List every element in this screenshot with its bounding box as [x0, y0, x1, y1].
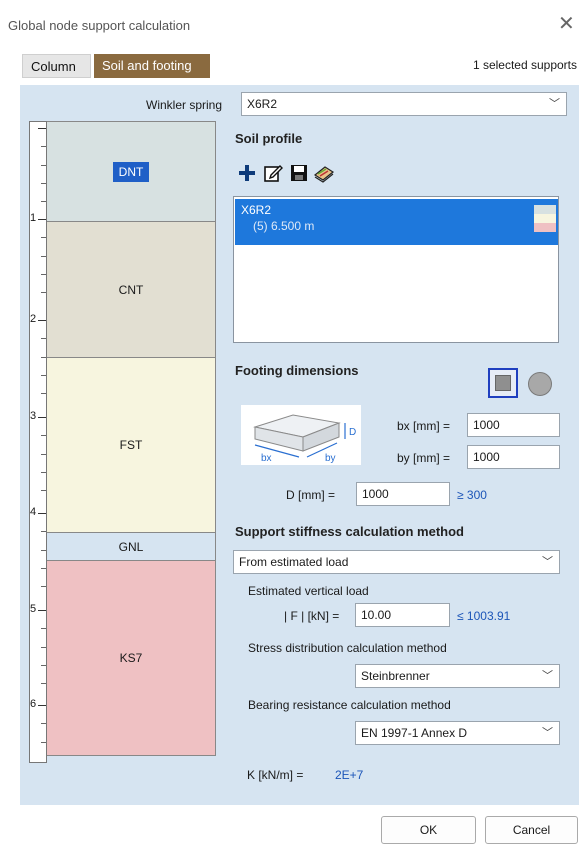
- soil-layer-ks7[interactable]: KS7: [47, 561, 216, 756]
- f-max-hint: ≤ 1003.91: [457, 609, 511, 623]
- save-icon[interactable]: [288, 162, 310, 184]
- bearing-method-select[interactable]: EN 1997-1 Annex D ﹀: [355, 721, 560, 745]
- soil-layer-name: DNT: [112, 161, 150, 182]
- stiffness-title: Support stiffness calculation method: [235, 524, 464, 539]
- d-input[interactable]: 1000: [356, 482, 450, 506]
- edit-icon[interactable]: [262, 162, 284, 184]
- tab-soil-and-footing[interactable]: Soil and footing: [94, 54, 210, 78]
- bx-label: bx [mm] =: [397, 419, 451, 433]
- layer-swatch: [534, 214, 556, 223]
- ruler-label: 3: [30, 410, 37, 422]
- soil-layer-gnl[interactable]: GNL: [47, 533, 216, 561]
- selected-supports-count: 1 selected supports: [472, 58, 577, 72]
- footing-diagram: bx by D: [241, 405, 361, 465]
- stress-method-label: Stress distribution calculation method: [248, 641, 447, 655]
- by-label: by [mm] =: [397, 451, 451, 465]
- f-input[interactable]: 10.00: [355, 603, 450, 627]
- footing-dimensions-title: Footing dimensions: [235, 363, 359, 378]
- soil-layer-cnt[interactable]: CNT: [47, 222, 216, 358]
- bearing-method-value: EN 1997-1 Annex D: [361, 726, 468, 740]
- winkler-spring-value: X6R2: [247, 97, 278, 111]
- soil-profile-title: Soil profile: [235, 131, 303, 146]
- ruler-label: 2: [30, 313, 37, 325]
- circle-footing-icon[interactable]: [526, 370, 556, 400]
- tab-column[interactable]: Column: [22, 54, 91, 78]
- bx-input[interactable]: 1000: [467, 413, 560, 437]
- k-value: 2E+7: [335, 768, 364, 782]
- bearing-method-label: Bearing resistance calculation method: [248, 698, 451, 712]
- layer-swatch: [534, 223, 556, 232]
- square-footing-icon[interactable]: [488, 368, 518, 398]
- ruler-label: 6: [30, 698, 37, 710]
- profile-name: X6R2: [241, 203, 272, 217]
- window-title: Global node support calculation: [8, 18, 191, 33]
- by-input[interactable]: 1000: [467, 445, 560, 469]
- estimated-load-label: Estimated vertical load: [248, 584, 369, 598]
- ruler-label: 5: [30, 603, 37, 615]
- ruler-label: 4: [30, 506, 37, 518]
- add-icon[interactable]: [236, 162, 258, 184]
- soil-layer-name: GNL: [118, 539, 144, 554]
- stiffness-method-value: From estimated load: [239, 555, 349, 569]
- soil-layer-name: FST: [119, 438, 143, 452]
- soil-layer-name: CNT: [118, 282, 144, 297]
- soil-layer-fst[interactable]: FST: [47, 358, 216, 533]
- profile-detail: (5) 6.500 m: [253, 219, 315, 233]
- diagram-by-label: by: [325, 453, 336, 464]
- chevron-down-icon: ﹀: [549, 98, 560, 110]
- k-label: K [kN/m] =: [247, 768, 304, 782]
- list-item[interactable]: X6R2 (5) 6.500 m: [235, 199, 558, 245]
- chevron-down-icon: ﹀: [542, 556, 553, 568]
- stiffness-method-select[interactable]: From estimated load ﹀: [233, 550, 560, 574]
- layer-swatch: [534, 205, 556, 214]
- cancel-button[interactable]: Cancel: [485, 816, 578, 844]
- library-icon[interactable]: [313, 162, 335, 184]
- diagram-bx-label: bx: [261, 453, 272, 464]
- ok-button[interactable]: OK: [381, 816, 476, 844]
- soil-layer-name: KS7: [119, 651, 143, 665]
- soil-layer-dnt[interactable]: DNT: [47, 121, 216, 222]
- d-label: D [mm] =: [286, 488, 336, 502]
- d-min-hint: ≥ 300: [457, 488, 487, 502]
- stress-method-value: Steinbrenner: [361, 669, 430, 683]
- stress-method-select[interactable]: Steinbrenner ﹀: [355, 664, 560, 688]
- winkler-spring-label: Winkler spring: [146, 98, 223, 112]
- diagram-d-label: D: [349, 427, 356, 438]
- f-label: | F | [kN] =: [284, 609, 340, 623]
- chevron-down-icon: ﹀: [542, 670, 553, 682]
- close-icon[interactable]: ✕: [558, 14, 575, 34]
- chevron-down-icon: ﹀: [542, 727, 553, 739]
- winkler-spring-select[interactable]: X6R2 ﹀: [241, 92, 567, 116]
- soil-profile-list[interactable]: X6R2 (5) 6.500 m: [233, 196, 559, 343]
- ruler-label: 1: [30, 212, 37, 224]
